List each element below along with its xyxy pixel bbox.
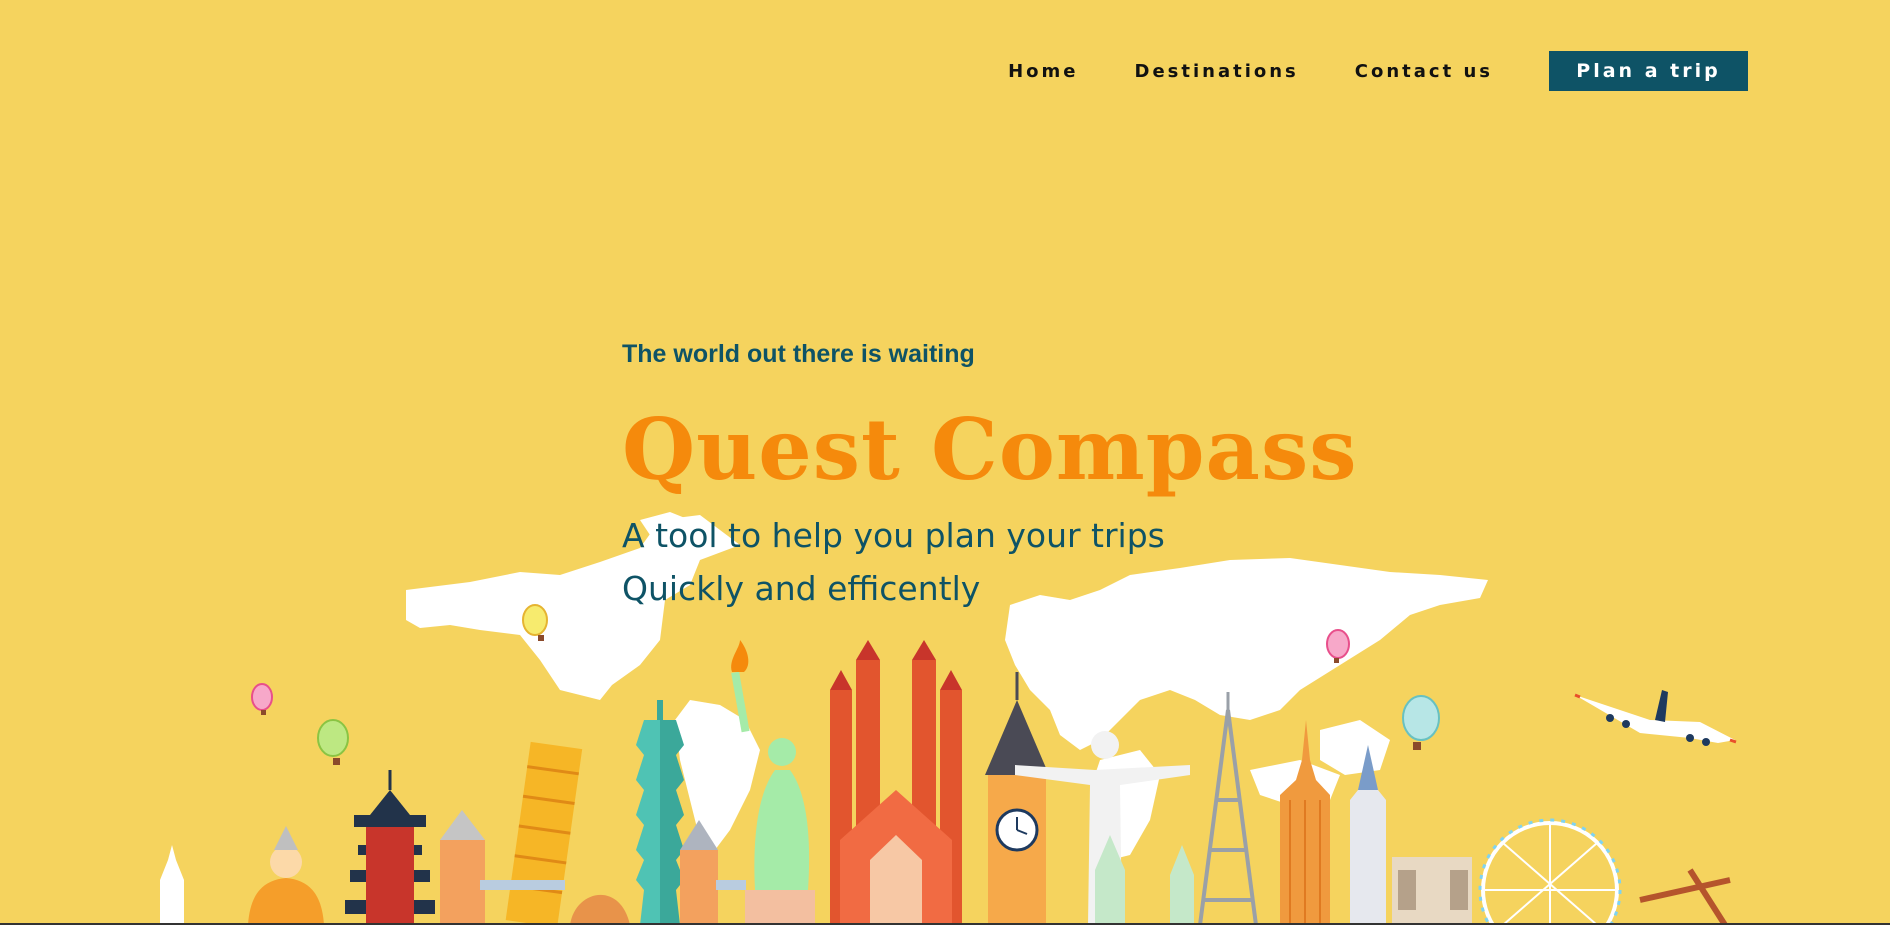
hero-tagline: The world out there is waiting bbox=[622, 340, 975, 368]
nav-contact-link[interactable]: Contact us bbox=[1355, 61, 1493, 82]
hero-subtitle-line2: Quickly and efficently bbox=[622, 569, 981, 608]
hot-air-balloon-icon bbox=[1402, 695, 1440, 750]
airplane-icon bbox=[1574, 690, 1737, 746]
hero-section: The world out there is waiting Quest Com… bbox=[622, 340, 1357, 608]
plan-trip-button[interactable]: Plan a trip bbox=[1549, 51, 1748, 91]
hot-air-balloon-icon bbox=[251, 683, 273, 715]
hot-air-balloon-icon bbox=[317, 719, 349, 765]
landing-page: Home Destinations Contact us Plan a trip… bbox=[0, 0, 1890, 925]
nav-home-link[interactable]: Home bbox=[1008, 61, 1078, 82]
nav-destinations-link[interactable]: Destinations bbox=[1135, 61, 1299, 82]
brand-title: Quest Compass bbox=[622, 400, 1358, 499]
landmarks-skyline-icon bbox=[160, 640, 1731, 925]
top-nav: Home Destinations Contact us Plan a trip bbox=[1008, 51, 1748, 91]
hero-subtitle-line1: A tool to help you plan your trips bbox=[622, 516, 1165, 555]
